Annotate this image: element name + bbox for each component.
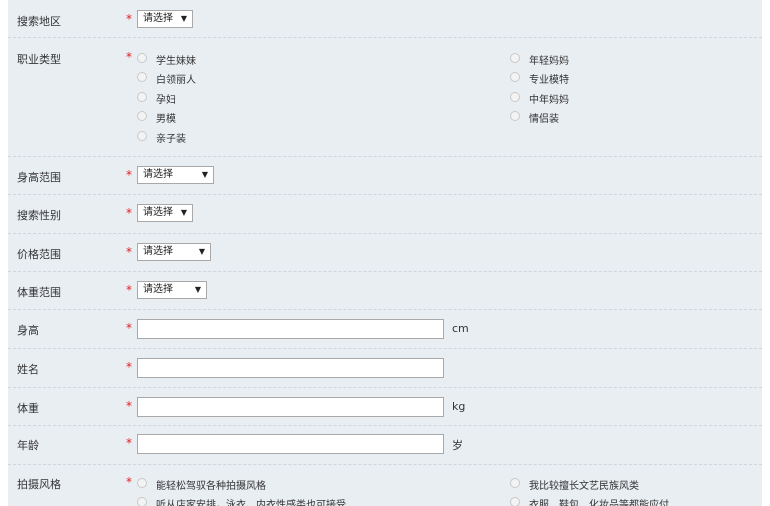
height-range-label: 身高范围 [17,171,61,184]
option-label: 专业模特 [529,75,569,86]
height-range-select-value: 请选择 [143,169,173,180]
required-star: * [126,168,132,182]
radio-button[interactable] [510,478,520,488]
required-star: * [126,399,132,413]
age-row: 年龄 * 岁 [8,426,762,465]
gender-row: 搜索性别 * 请选择 ▼ [8,195,762,234]
age-input[interactable] [137,434,444,454]
weight-input[interactable] [137,397,444,417]
price-range-label: 价格范围 [17,248,61,261]
option-label: 能轻松驾驭各种拍摄风格 [156,481,266,492]
option-label: 亲子装 [156,134,186,145]
required-star: * [126,321,132,335]
option-label: 我比较擅长文艺民族风类 [529,481,639,492]
radio-button[interactable] [510,92,520,102]
gender-select[interactable]: 请选择 ▼ [137,204,193,222]
height-input[interactable] [137,319,444,339]
required-star: * [126,206,132,220]
radio-button[interactable] [137,92,147,102]
dropdown-arrow-icon: ▼ [180,208,187,217]
radio-button[interactable] [510,53,520,63]
height-range-select[interactable]: 请选择 ▼ [137,166,214,184]
region-label: 搜索地区 [17,15,61,28]
required-star: * [126,360,132,374]
required-star: * [126,283,132,297]
radio-button[interactable] [137,111,147,121]
height-range-row: 身高范围 * 请选择 ▼ [8,157,762,195]
dropdown-arrow-icon: ▼ [198,247,205,256]
name-label: 姓名 [17,363,39,376]
age-label: 年龄 [17,439,39,452]
dropdown-arrow-icon: ▼ [180,14,187,23]
gender-label: 搜索性别 [17,209,61,222]
style-row: 拍摄风格 * 能轻松驾驭各种拍摄风格 听从店家安排，泳衣、内衣性感类也可接受 我… [8,465,762,506]
height-label: 身高 [17,324,39,337]
radio-button[interactable] [510,497,520,506]
radio-button[interactable] [137,72,147,82]
dropdown-arrow-icon: ▼ [194,285,201,294]
region-select[interactable]: 请选择 ▼ [137,10,193,28]
style-label: 拍摄风格 [17,478,61,491]
option-label: 孕妇 [156,95,176,106]
radio-button[interactable] [137,131,147,141]
price-range-row: 价格范围 * 请选择 ▼ [8,234,762,272]
radio-button[interactable] [137,497,147,506]
gender-select-value: 请选择 [143,207,173,218]
radio-button[interactable] [137,53,147,63]
age-unit: 岁 [452,439,463,452]
option-label: 情侣装 [529,114,559,125]
weight-row: 体重 * kg [8,388,762,426]
dropdown-arrow-icon: ▼ [201,170,208,179]
required-star: * [126,50,132,64]
price-range-select-value: 请选择 [143,246,173,257]
job-type-label: 职业类型 [17,53,61,66]
job-type-row: 职业类型 * 学生妹妹 白领丽人 孕妇 男模 亲子装 年轻妈妈 专业模特 中年妈… [8,38,762,157]
option-label: 中年妈妈 [529,95,569,106]
weight-unit: kg [452,400,466,413]
option-label: 年轻妈妈 [529,56,569,67]
weight-range-select[interactable]: 请选择 ▼ [137,281,207,299]
option-label: 白领丽人 [156,75,196,86]
weight-range-label: 体重范围 [17,286,61,299]
option-label: 衣服、鞋包、化妆品等都能应付 [529,500,669,506]
name-row: 姓名 * [8,349,762,388]
required-star: * [126,436,132,450]
region-row: 搜索地区 * 请选择 ▼ [8,0,762,38]
height-unit: cm [452,322,469,335]
search-form: 搜索地区 * 请选择 ▼ 职业类型 * 学生妹妹 白领丽人 孕妇 男模 亲子装 [8,0,762,506]
radio-button[interactable] [137,478,147,488]
radio-button[interactable] [510,72,520,82]
option-label: 男模 [156,114,176,125]
height-row: 身高 * cm [8,310,762,349]
region-select-value: 请选择 [143,13,173,24]
weight-label: 体重 [17,402,39,415]
weight-range-row: 体重范围 * 请选择 ▼ [8,272,762,310]
name-input[interactable] [137,358,444,378]
weight-range-select-value: 请选择 [143,284,173,295]
price-range-select[interactable]: 请选择 ▼ [137,243,211,261]
radio-button[interactable] [510,111,520,121]
option-label: 学生妹妹 [156,56,196,67]
required-star: * [126,245,132,259]
required-star: * [126,475,132,489]
required-star: * [126,12,132,26]
option-label: 听从店家安排，泳衣、内衣性感类也可接受 [156,500,346,506]
